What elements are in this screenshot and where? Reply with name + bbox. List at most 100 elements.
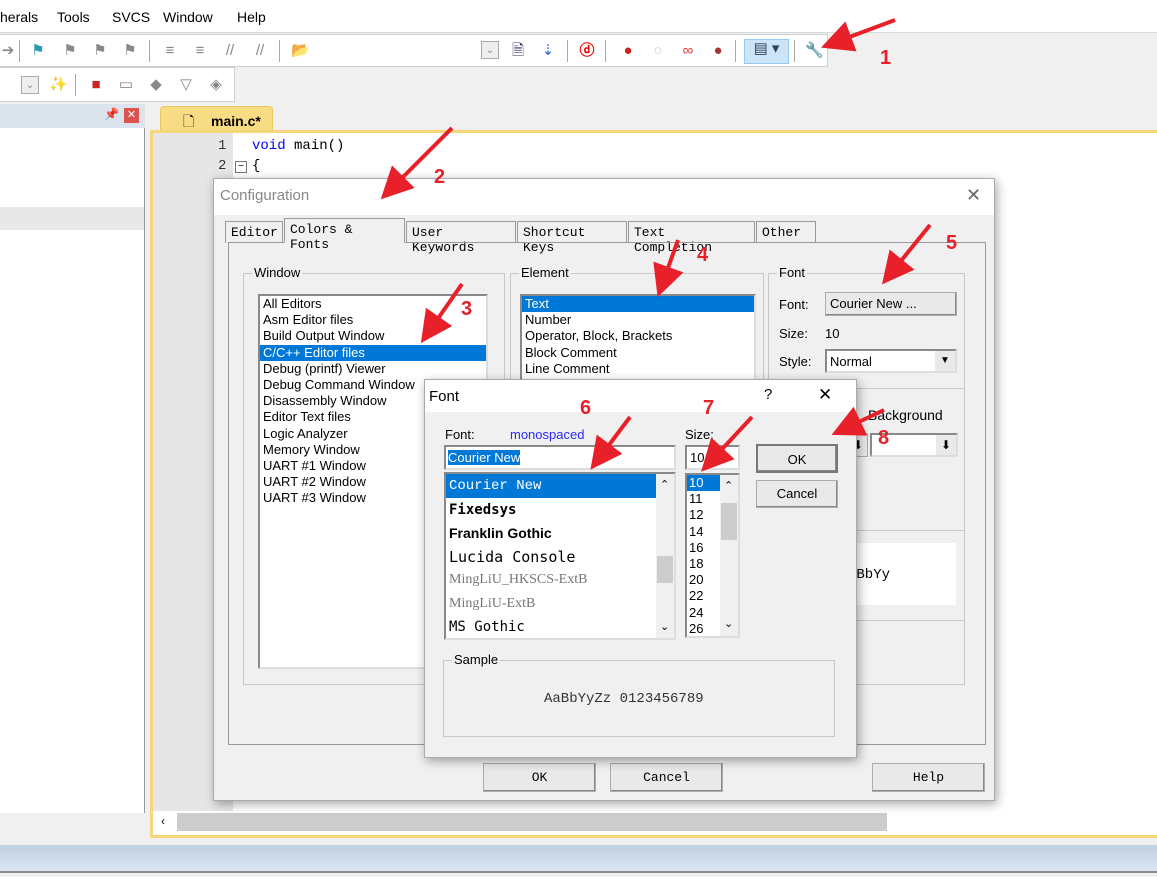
cancel-button[interactable]: Cancel [610, 763, 723, 792]
font-listbox[interactable]: Courier New Fixedsys Franklin Gothic Lucida… [444, 472, 676, 640]
list-item[interactable]: 16 [687, 540, 721, 556]
indent-icon[interactable]: ≡ [161, 42, 179, 60]
scroll-thumb[interactable] [177, 813, 887, 831]
clear-bookmarks-icon[interactable]: ⚑ [121, 42, 139, 60]
list-item[interactable]: C/C++ Editor files [260, 344, 486, 361]
debug-session-icon[interactable]: ⓓ [578, 42, 596, 60]
window-layout-icon[interactable]: ▤ ▾ [744, 39, 789, 64]
list-item[interactable]: Number [522, 312, 754, 328]
uncomment-icon[interactable]: // [251, 42, 269, 60]
size-list-scrollbar[interactable]: ⌃ ⌄ [720, 475, 738, 636]
comment-icon[interactable]: // [221, 42, 239, 60]
selected-project-row[interactable] [0, 207, 144, 230]
list-item[interactable]: MingLiU_HKSCS-ExtB [446, 568, 656, 592]
list-item[interactable]: Fixedsys [446, 498, 656, 522]
list-item[interactable]: Build Output Window [260, 328, 486, 344]
menu-help[interactable]: Help [237, 9, 266, 25]
scroll-left-icon[interactable]: ‹ [161, 814, 165, 828]
annotation-8: 8 [878, 427, 890, 449]
list-item[interactable]: 20 [687, 572, 721, 588]
close-panel-icon[interactable]: ✕ [124, 108, 139, 123]
list-item[interactable]: Lucida Console [446, 545, 656, 569]
help-button[interactable]: Help [872, 763, 985, 792]
manage-components-icon[interactable]: ■ [87, 76, 105, 94]
find-in-files-icon[interactable]: 📂 [291, 42, 310, 60]
element-listbox[interactable]: Text Number Operator, Block, Brackets Block… [520, 294, 756, 384]
unindent-icon[interactable]: ≡ [191, 42, 209, 60]
list-item[interactable]: 24 [687, 605, 721, 621]
list-item[interactable]: Block Comment [522, 345, 754, 361]
tab-other[interactable]: Other [756, 221, 816, 243]
list-item[interactable]: MingLiU-ExtB [446, 592, 656, 616]
tab-text-completion[interactable]: Text Completion [628, 221, 755, 255]
font-cancel-button[interactable]: Cancel [756, 480, 838, 508]
dropdown-icon[interactable]: ⌄ [481, 41, 499, 59]
list-item[interactable]: 14 [687, 524, 721, 540]
kill-breakpoints-icon[interactable]: ● [709, 42, 727, 60]
list-item[interactable]: All Editors [260, 296, 486, 312]
disable-breakpoint-icon[interactable]: ○ [649, 42, 667, 60]
list-item[interactable]: 11 [687, 491, 721, 507]
incremental-find-icon[interactable]: ⇣ [539, 42, 557, 60]
list-item[interactable]: Debug (printf) Viewer [260, 361, 486, 377]
ok-button[interactable]: OK [483, 763, 596, 792]
scroll-down-icon[interactable]: ⌄ [724, 617, 733, 630]
font-ok-button[interactable]: OK [756, 444, 838, 473]
scroll-thumb[interactable] [657, 556, 673, 583]
dropdown-arrow-icon[interactable]: ▼ [935, 351, 955, 371]
configuration-wrench-icon[interactable]: 🔧 [805, 42, 824, 60]
list-item[interactable]: 12 [687, 507, 721, 523]
books-icon[interactable]: ◈ [207, 76, 225, 94]
breakpoint-icon[interactable]: ● [619, 42, 637, 60]
list-item[interactable]: MS Gothic [446, 615, 656, 638]
next-bookmark-icon[interactable]: ⚑ [91, 42, 109, 60]
list-item[interactable]: Courier New [446, 474, 656, 498]
choose-font-button[interactable]: Courier New ... [825, 292, 957, 316]
horizontal-scrollbar[interactable]: ‹ [153, 812, 1157, 832]
style-select[interactable]: Normal ▼ [825, 349, 957, 373]
list-item[interactable]: Line Comment [522, 361, 754, 377]
bookmark-icon[interactable]: ⚑ [29, 42, 47, 60]
list-item[interactable]: Asm Editor files [260, 312, 486, 328]
disable-all-breakpoints-icon[interactable]: ∞ [679, 42, 697, 60]
list-item[interactable]: Text [522, 296, 754, 313]
tab-main-c[interactable]: 🗋 main.c* [160, 106, 273, 132]
list-item[interactable]: Franklin Gothic [446, 521, 656, 545]
close-icon[interactable]: ✕ [818, 385, 832, 405]
menu-peripherals[interactable]: herals [0, 9, 38, 25]
close-icon[interactable]: ✕ [966, 185, 981, 206]
scroll-up-icon[interactable]: ⌃ [660, 478, 669, 491]
list-item[interactable]: 22 [687, 588, 721, 604]
font-list-scrollbar[interactable]: ⌃ ⌄ [656, 474, 674, 638]
size-input[interactable]: 10 [685, 445, 740, 470]
font-name-input[interactable]: Courier New [444, 445, 676, 470]
filter-icon[interactable]: ▽ [177, 76, 195, 94]
find-icon[interactable]: 🗎 [509, 42, 527, 60]
list-item[interactable]: Operator, Block, Brackets [522, 328, 754, 344]
tab-colors-fonts[interactable]: Colors & Fonts [284, 218, 405, 252]
help-icon[interactable]: ? [764, 386, 772, 403]
forward-icon[interactable]: ➔ [0, 42, 17, 60]
prev-bookmark-icon[interactable]: ⚑ [61, 42, 79, 60]
tab-editor[interactable]: Editor [225, 221, 283, 243]
list-item[interactable]: 26 [687, 621, 721, 636]
annotation-2: 2 [434, 166, 446, 188]
options-wand-icon[interactable]: ✨ [49, 76, 68, 94]
menu-tools[interactable]: Tools [57, 9, 90, 25]
list-item[interactable]: 18 [687, 556, 721, 572]
pin-icon[interactable]: 📌 [104, 107, 119, 121]
list-item[interactable]: 10 [687, 475, 721, 492]
menu-svcs[interactable]: SVCS [112, 9, 150, 25]
target-dropdown-icon[interactable]: ⌄ [21, 76, 39, 94]
tab-user-keywords[interactable]: User Keywords [406, 221, 516, 255]
fold-icon[interactable]: − [235, 161, 247, 173]
size-listbox[interactable]: 10 11 12 14 16 18 20 22 24 26 ⌃ ⌄ [685, 473, 740, 638]
select-packs-icon[interactable]: ▭ [117, 76, 135, 94]
scroll-thumb[interactable] [721, 503, 737, 540]
scroll-up-icon[interactable]: ⌃ [724, 479, 733, 492]
pack-installer-icon[interactable]: ◆ [147, 76, 165, 94]
dropdown-arrow-icon[interactable]: ⬇ [936, 435, 956, 455]
tab-shortcut-keys[interactable]: Shortcut Keys [517, 221, 627, 255]
scroll-down-icon[interactable]: ⌄ [660, 620, 669, 633]
menu-window[interactable]: Window [163, 9, 213, 25]
